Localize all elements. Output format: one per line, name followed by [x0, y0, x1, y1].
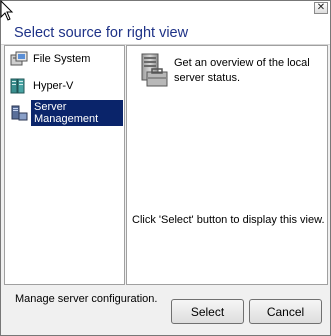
source-item-server-management[interactable]: Server Management	[10, 100, 124, 126]
dialog-header: Select source for right view	[1, 16, 330, 44]
status-text: Manage server configuration.	[15, 293, 158, 305]
source-item-label: File System	[33, 53, 91, 65]
source-item-label: Hyper-V	[33, 80, 74, 92]
select-hint: Click 'Select' button to display this vi…	[132, 214, 325, 226]
source-list: File System Hyper-V Server Management	[4, 45, 125, 285]
file-system-icon	[10, 51, 28, 66]
server-toolbox-icon	[141, 53, 168, 87]
server-management-icon	[11, 105, 28, 121]
mouse-cursor-icon	[0, 0, 14, 21]
select-button[interactable]: Select	[171, 299, 244, 324]
details-panel: Get an overview of the local server stat…	[126, 45, 328, 285]
source-item-label: Server Management	[31, 100, 123, 126]
close-button[interactable]: ✕	[314, 2, 328, 14]
dialog-title: Select source for right view	[14, 25, 189, 41]
source-item-file-system[interactable]: File System	[10, 50, 90, 68]
hyper-v-icon	[10, 78, 25, 94]
title-bar: ✕	[1, 1, 330, 16]
select-source-dialog: ✕ Select source for right view File Syst…	[0, 0, 331, 336]
cancel-button[interactable]: Cancel	[249, 299, 322, 324]
close-icon: ✕	[316, 2, 326, 13]
source-item-hyper-v[interactable]: Hyper-V	[10, 77, 73, 95]
source-description: Get an overview of the local server stat…	[174, 57, 310, 84]
